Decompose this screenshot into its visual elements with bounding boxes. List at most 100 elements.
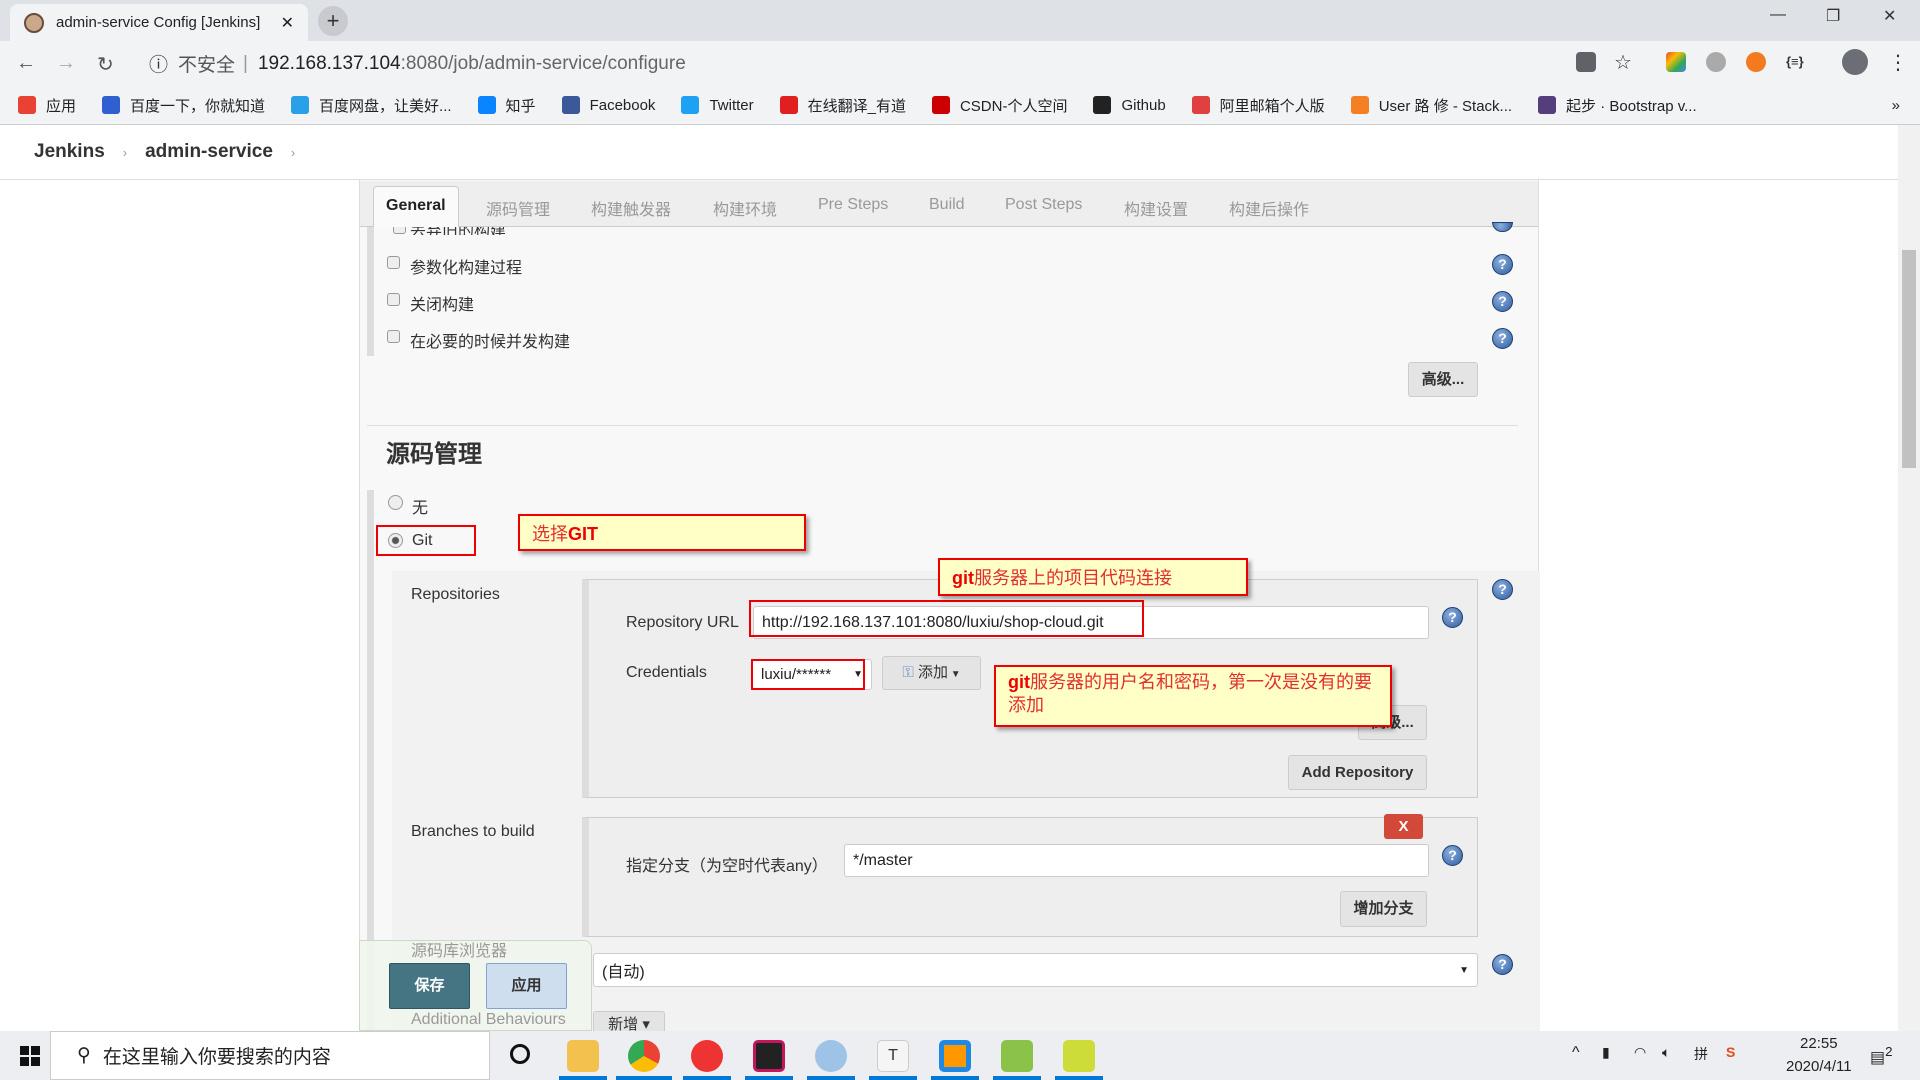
tab-post-build[interactable]: 构建后操作 <box>1229 196 1309 220</box>
json-extension-icon[interactable]: {≡} <box>1786 54 1804 69</box>
additional-behaviours-label: Additional Behaviours <box>411 1011 566 1028</box>
vm-icon[interactable] <box>939 1040 971 1072</box>
forward-icon[interactable]: → <box>56 52 76 75</box>
tab-pre-steps[interactable]: Pre Steps <box>818 196 888 214</box>
repo-url-label: Repository URL <box>626 614 739 631</box>
profile-avatar[interactable] <box>1842 49 1868 75</box>
save-button[interactable]: 保存 <box>389 963 470 1009</box>
tab-scm[interactable]: 源码管理 <box>486 196 550 220</box>
reload-icon[interactable]: ↻ <box>97 52 114 77</box>
repo-browser-select[interactable]: (自动) ▼ <box>593 953 1478 987</box>
help-icon[interactable]: ? <box>1492 291 1513 312</box>
close-tab-icon[interactable]: ✕ <box>281 13 294 33</box>
radio-none[interactable] <box>388 495 403 510</box>
help-icon[interactable]: ? <box>1492 579 1513 600</box>
minimize-icon[interactable]: — <box>1770 6 1786 24</box>
bookmark-item[interactable]: Github <box>1093 96 1166 114</box>
bookmark-item[interactable]: 在线翻译_有道 <box>779 95 906 116</box>
add-branch-button[interactable]: 增加分支 <box>1340 891 1427 927</box>
bookmark-item[interactable]: 应用 <box>18 95 76 116</box>
help-icon[interactable]: ? <box>1492 254 1513 275</box>
branch-spec-input[interactable]: */master <box>844 844 1429 877</box>
more-bookmarks-icon[interactable]: » <box>1892 97 1900 114</box>
bookmark-item[interactable]: Twitter <box>681 96 754 114</box>
new-tab-button[interactable]: + <box>318 6 348 36</box>
extension-icon[interactable] <box>1666 52 1686 72</box>
bookmark-item[interactable]: 起步 · Bootstrap v... <box>1538 95 1697 116</box>
address-bar[interactable]: ⓘ 不安全 | 192.168.137.104:8080/job/admin-serv… <box>135 46 1565 81</box>
bookmark-item[interactable]: Facebook <box>561 96 655 114</box>
battery-icon[interactable]: ▮ <box>1602 1044 1610 1061</box>
tab-build-settings[interactable]: 构建设置 <box>1124 196 1188 220</box>
typora-icon[interactable]: T <box>877 1040 909 1072</box>
clipped-row: 丢弃旧的构建 <box>380 227 1530 235</box>
bookmark-icon <box>1093 96 1112 114</box>
bookmark-item[interactable]: 百度网盘，让美好... <box>291 95 452 116</box>
tab-post-steps[interactable]: Post Steps <box>1005 196 1082 214</box>
clock[interactable]: 22:55 2020/4/11 <box>1786 1035 1852 1075</box>
bookmark-item[interactable]: 阿里邮箱个人版 <box>1191 95 1325 116</box>
checkbox-discard-old[interactable] <box>393 227 406 234</box>
bookmark-label: 应用 <box>46 97 77 115</box>
bookmark-icon <box>779 96 798 114</box>
running-indicator <box>745 1076 793 1080</box>
delete-branch-button[interactable]: X <box>1384 814 1423 839</box>
bookmark-item[interactable]: 知乎 <box>477 95 536 116</box>
bookmark-item[interactable]: 百度一下，你就知道 <box>102 95 265 116</box>
chrome-icon[interactable] <box>628 1040 660 1072</box>
chevron-right-icon[interactable]: › <box>291 145 295 160</box>
bookmark-label: Twitter <box>709 96 754 114</box>
browser-tab[interactable]: admin-service Config [Jenkins] ✕ <box>10 4 308 41</box>
ime-icon[interactable]: 拼 <box>1694 1044 1708 1064</box>
help-icon[interactable]: ? <box>1442 607 1463 628</box>
volume-icon[interactable]: 🔈︎ <box>1662 1044 1670 1061</box>
checkbox-disable[interactable] <box>387 293 400 306</box>
security-label: 不安全 <box>178 55 236 76</box>
tab-title: admin-service Config [Jenkins] <box>56 14 261 31</box>
repositories-label: Repositories <box>411 586 500 603</box>
help-icon[interactable]: ? <box>1442 845 1463 866</box>
close-window-icon[interactable]: ✕ <box>1883 6 1896 26</box>
restore-icon[interactable]: ❐ <box>1826 6 1840 26</box>
back-icon[interactable]: ← <box>16 52 36 75</box>
branch-spec-label: 指定分支（为空时代表any） <box>626 858 828 875</box>
cortana-icon[interactable] <box>510 1044 530 1064</box>
app-green-icon[interactable] <box>1001 1040 1033 1072</box>
radio-none-label: 无 <box>412 500 429 517</box>
sogou-icon[interactable]: S <box>1726 1044 1735 1060</box>
wifi-icon[interactable]: ◠ <box>1634 1044 1646 1061</box>
add-credentials-button[interactable]: ⚿ 添加 ▼ <box>882 656 981 690</box>
breadcrumb-jenkins[interactable]: Jenkins <box>34 141 105 163</box>
tab-build[interactable]: Build <box>929 196 965 214</box>
breadcrumb-job[interactable]: admin-service <box>145 141 273 163</box>
windows-start-icon[interactable] <box>20 1046 40 1066</box>
extension-cloud-icon[interactable] <box>1706 52 1726 72</box>
translate-icon[interactable] <box>1576 52 1596 72</box>
help-icon[interactable]: ? <box>1492 954 1513 975</box>
bookmark-item[interactable]: User 路 修 - Stack... <box>1350 95 1512 116</box>
file-explorer-icon[interactable] <box>567 1040 599 1072</box>
highlight-box <box>376 525 476 556</box>
bookmark-icon <box>18 96 36 114</box>
app-icon[interactable] <box>691 1040 723 1072</box>
bookmark-star-icon[interactable]: ☆ <box>1614 50 1632 75</box>
checkbox-parameterized[interactable] <box>387 256 400 269</box>
scrollbar-thumb[interactable] <box>1902 250 1916 468</box>
tab-general[interactable]: General <box>373 186 459 227</box>
tab-triggers[interactable]: 构建触发器 <box>591 196 671 220</box>
notification-icon[interactable]: ▤2 <box>1870 1044 1893 1067</box>
taskbar-search[interactable]: ⚲ 在这里输入你要搜索的内容 <box>50 1031 490 1080</box>
intellij-icon[interactable] <box>753 1040 785 1072</box>
add-repository-button[interactable]: Add Repository <box>1288 755 1427 790</box>
notepad-icon[interactable] <box>1063 1040 1095 1072</box>
apply-button[interactable]: 应用 <box>486 963 567 1009</box>
menu-icon[interactable]: ⋮ <box>1888 50 1908 75</box>
extension-orange-icon[interactable] <box>1746 52 1766 72</box>
bookmark-item[interactable]: CSDN-个人空间 <box>931 95 1067 116</box>
advanced-button[interactable]: 高级... <box>1408 362 1478 397</box>
tab-environment[interactable]: 构建环境 <box>713 196 777 220</box>
checkbox-concurrent[interactable] <box>387 330 400 343</box>
paint-icon[interactable] <box>815 1040 847 1072</box>
help-icon[interactable]: ? <box>1492 328 1513 349</box>
tray-expand-icon[interactable]: ^ <box>1572 1044 1580 1062</box>
